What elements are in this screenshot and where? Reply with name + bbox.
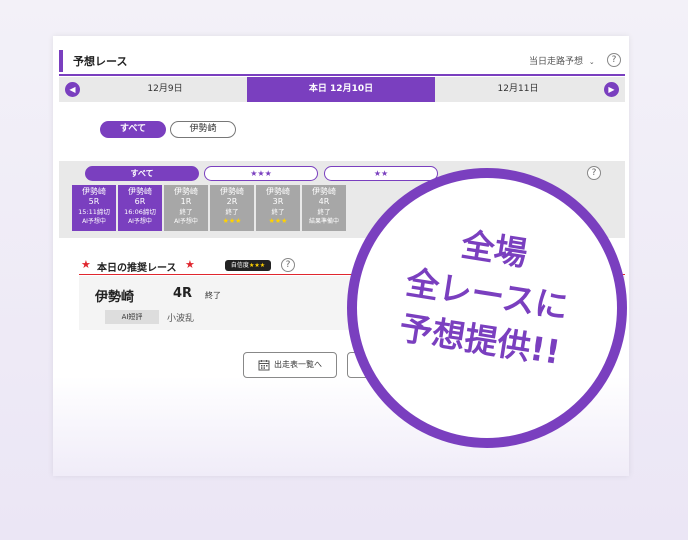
race-venue: 伊勢崎 [220, 187, 244, 196]
race-number: 4R [318, 197, 330, 206]
header-accent-bar [59, 50, 63, 72]
date-tab-prev[interactable]: 12月9日 [83, 77, 247, 102]
race-number: 5R [88, 197, 100, 206]
race-tile-1r[interactable]: 伊勢崎 1R 終了 AI予想中 [164, 185, 208, 231]
next-date-arrow-icon[interactable]: ▶ [604, 82, 619, 97]
schedule-list-label: 出走表一覧へ [274, 360, 322, 369]
confidence-stars: ★★★ [248, 262, 266, 269]
race-status: 終了 [179, 208, 193, 216]
filter-tab-two-stars[interactable]: ★★ [324, 166, 438, 181]
recommend-venue: 伊勢崎 [95, 290, 135, 305]
calendar-icon [258, 359, 270, 370]
race-status: 終了 [271, 208, 285, 216]
recommend-race-number: 4R [173, 286, 193, 301]
race-venue: 伊勢崎 [312, 187, 336, 196]
race-status: 16:06締切 [124, 208, 156, 216]
recommend-status: 終了 [205, 291, 221, 300]
date-tab-next[interactable]: 12月11日 [435, 77, 601, 102]
venue-tab-isesaki[interactable]: 伊勢崎 [170, 121, 236, 138]
help-icon[interactable]: ? [607, 53, 621, 67]
section-header: 予想レース 当日走路予想 ⌄ ? [59, 50, 625, 76]
recommend-title: 本日の推奨レース [97, 263, 177, 274]
race-venue: 伊勢崎 [174, 187, 198, 196]
race-venue: 伊勢崎 [266, 187, 290, 196]
race-tile-2r[interactable]: 伊勢崎 2R 終了 ★★★ [210, 185, 254, 231]
chevron-down-icon: ⌄ [588, 58, 595, 66]
race-number: 6R [134, 197, 146, 206]
race-stars: ★★★ [222, 217, 242, 225]
race-stars: ★★★ [268, 217, 288, 225]
track-forecast-dropdown[interactable]: 当日走路予想 ⌄ [529, 54, 595, 67]
schedule-list-button[interactable]: 出走表一覧へ [243, 352, 337, 378]
race-note: AI予想中 [82, 218, 106, 225]
ai-comment-text: 小波乱 [167, 314, 195, 324]
race-number: 1R [180, 197, 192, 206]
race-number: 2R [226, 197, 238, 206]
recommend-help-icon[interactable]: ? [281, 258, 295, 272]
race-venue: 伊勢崎 [128, 187, 152, 196]
ai-comment-tag: AI短評 [105, 310, 159, 324]
race-status: 終了 [225, 208, 239, 216]
race-tile-4r[interactable]: 伊勢崎 4R 終了 結果準備中 [302, 185, 346, 231]
race-status: 終了 [317, 208, 331, 216]
filter-tab-all[interactable]: すべて [85, 166, 199, 181]
date-navigation: ◀ 12月9日 本日 12月10日 12月11日 ▶ [59, 77, 625, 102]
filter-tab-three-stars[interactable]: ★★★ [204, 166, 318, 181]
promo-text: 全場 全レースに 予想提供!! [348, 207, 626, 384]
venue-tab-all[interactable]: すべて [100, 121, 166, 138]
red-star-icon: ★ [185, 258, 195, 271]
prev-date-arrow-icon[interactable]: ◀ [65, 82, 80, 97]
confidence-label: 自信度 [230, 262, 249, 269]
header-underline [59, 74, 625, 76]
promo-circle: 全場 全レースに 予想提供!! [347, 168, 627, 448]
race-note: AI予想中 [174, 218, 198, 225]
race-venue: 伊勢崎 [82, 187, 106, 196]
race-note: 結果準備中 [308, 218, 339, 225]
race-status: 15:11締切 [78, 208, 110, 216]
date-tab-today[interactable]: 本日 12月10日 [247, 77, 435, 102]
filter-help-icon[interactable]: ? [587, 166, 601, 180]
race-tile-6r[interactable]: 伊勢崎 6R 16:06締切 AI予想中 [118, 185, 162, 231]
confidence-badge: 自信度★★★ [225, 260, 271, 271]
race-number: 3R [272, 197, 284, 206]
red-star-icon: ★ [81, 258, 91, 271]
race-tile-5r[interactable]: 伊勢崎 5R 15:11締切 AI予想中 [72, 185, 116, 231]
track-forecast-label: 当日走路予想 [529, 57, 584, 67]
race-note: AI予想中 [128, 218, 152, 225]
page-title: 予想レース [73, 55, 128, 68]
race-tile-3r[interactable]: 伊勢崎 3R 終了 ★★★ [256, 185, 300, 231]
